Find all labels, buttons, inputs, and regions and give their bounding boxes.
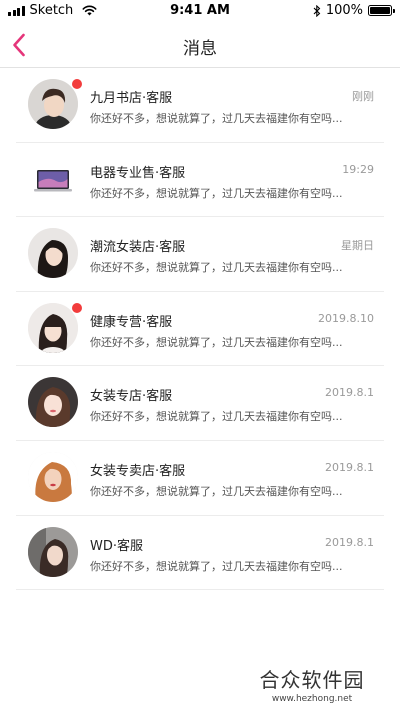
battery-fill [370, 7, 390, 14]
message-preview: 你还好不多，想说就算了，过几天去福建你有空吗... [90, 484, 343, 498]
message-time: 2019.8.1 [325, 535, 374, 549]
avatar-wrapper [28, 377, 78, 428]
message-time: 星期日 [341, 239, 374, 253]
woman-bright-avatar [28, 377, 78, 428]
message-preview: 你还好不多，想说就算了，过几天去福建你有空吗... [90, 410, 343, 424]
message-preview: 你还好不多，想说就算了，过几天去福建你有空吗... [90, 559, 343, 573]
message-preview: 你还好不多，想说就算了，过几天去福建你有空吗... [90, 335, 343, 349]
woman-grey-bg-avatar [28, 526, 78, 577]
message-time: 2019.8.1 [325, 460, 374, 474]
message-preview: 你还好不多，想说就算了，过几天去福建你有空吗... [90, 261, 343, 275]
message-row-3[interactable]: 健康专营·客服 2019.8.10 你还好不多，想说就算了，过几天去福建你有空吗… [16, 292, 384, 367]
message-row-2[interactable]: 潮流女装店·客服 星期日 你还好不多，想说就算了，过几天去福建你有空吗... [16, 217, 384, 292]
unread-dot [72, 302, 82, 313]
contact-name: 九月书店·客服 [90, 91, 173, 106]
avatar-wrapper [28, 302, 82, 353]
message-preview: 你还好不多，想说就算了，过几天去福建你有空吗... [90, 112, 343, 125]
unread-dot [72, 79, 82, 89]
avatar-wrapper [28, 153, 78, 204]
avatar-wrapper [28, 79, 82, 129]
contact-name: 潮流女装店·客服 [90, 240, 186, 256]
contact-name: WD·客服 [90, 538, 143, 554]
avatar-wrapper [28, 451, 78, 502]
contact-name: 女装专卖店·客服 [90, 463, 186, 479]
message-time: 2019.8.1 [325, 386, 374, 400]
contact-name: 女装专店·客服 [90, 389, 173, 405]
nav-bar: 消息 [0, 22, 400, 68]
avatar-wrapper [28, 228, 78, 279]
message-preview: 你还好不多，想说就算了，过几天去福建你有空吗... [90, 186, 343, 200]
contact-name: 电器专业售·客服 [90, 165, 186, 181]
message-row-6[interactable]: WD·客服 2019.8.1 你还好不多，想说就算了，过几天去福建你有空吗... [16, 516, 384, 591]
status-bar: Sketch 9:41 AM 100% [0, 0, 400, 22]
message-list: 九月书店·客服 刚刚 你还好不多，想说就算了，过几天去福建你有空吗... 电器专… [0, 68, 400, 591]
status-right: 100% [313, 3, 395, 18]
watermark-title: 合众软件园 [259, 668, 365, 692]
message-time: 19:29 [342, 162, 374, 176]
message-row-1[interactable]: 电器专业售·客服 19:29 你还好不多，想说就算了，过几天去福建你有空吗... [16, 143, 384, 218]
battery-icon [368, 5, 395, 16]
contact-name: 健康专营·客服 [90, 314, 173, 330]
page-title: 消息 [183, 39, 217, 59]
message-row-5[interactable]: 女装专卖店·客服 2019.8.1 你还好不多，想说就算了，过几天去福建你有空吗… [16, 441, 384, 516]
laptop-avatar [28, 153, 78, 204]
woman-blonde-avatar [28, 451, 78, 502]
woman-dark-hair-avatar [28, 228, 78, 279]
young-man-avatar [28, 79, 78, 129]
watermark: 合众软件园 www.hezhong.net [242, 664, 382, 704]
message-time: 2019.8.10 [318, 311, 374, 325]
woman-bangs-avatar [28, 302, 78, 353]
message-row-4[interactable]: 女装专店·客服 2019.8.1 你还好不多，想说就算了，过几天去福建你有空吗.… [16, 366, 384, 441]
avatar-wrapper [28, 526, 78, 577]
message-row-0[interactable]: 九月书店·客服 刚刚 你还好不多，想说就算了，过几天去福建你有空吗... [16, 68, 384, 143]
message-time: 刚刚 [352, 90, 374, 103]
bluetooth-icon [313, 4, 321, 17]
battery-percent: 100% [325, 3, 363, 18]
watermark-url: www.hezhong.net [271, 694, 353, 704]
